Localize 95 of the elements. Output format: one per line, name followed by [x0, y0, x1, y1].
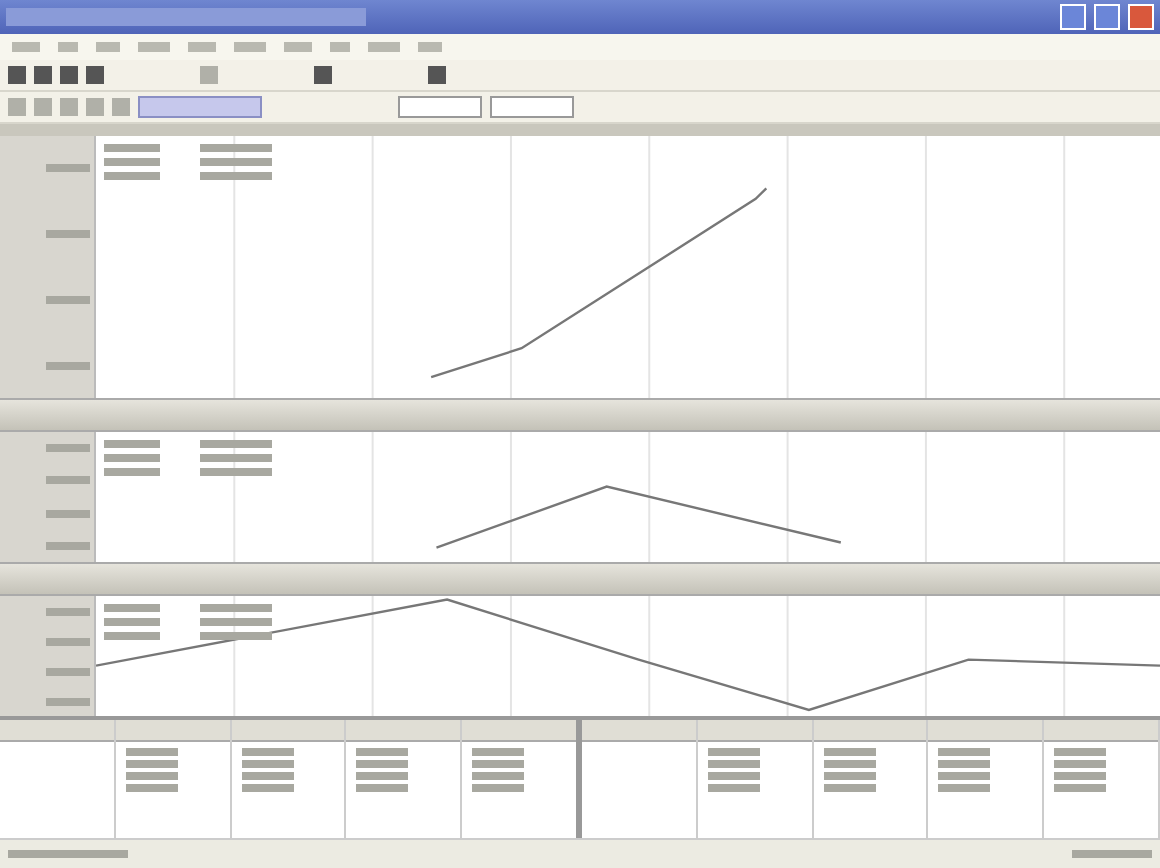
illegible-text: [200, 454, 272, 462]
illegible-text: [46, 476, 90, 485]
menu-item[interactable]: [96, 42, 120, 52]
illegible-text: [104, 454, 160, 462]
column-header[interactable]: [0, 720, 114, 742]
illegible-text: [200, 468, 272, 476]
illegible-text: [472, 760, 525, 768]
illegible-text: [104, 604, 160, 612]
illegible-text: [472, 784, 525, 792]
maximize-button[interactable]: [1094, 4, 1120, 30]
illegible-text: [46, 637, 90, 645]
illegible-text: [200, 632, 272, 640]
toolbar-icon[interactable]: [314, 66, 332, 84]
illegible-text: [1072, 850, 1152, 858]
menu-item[interactable]: [330, 42, 350, 52]
illegible-text: [104, 172, 160, 180]
column-header[interactable]: [346, 720, 461, 742]
illegible-text: [707, 772, 760, 780]
illegible-text: [104, 440, 160, 448]
illegible-text: [104, 632, 160, 640]
illegible-text: [241, 784, 294, 792]
illegible-text: [46, 164, 90, 173]
illegible-text: [8, 850, 128, 858]
menu-item[interactable]: [234, 42, 266, 52]
toolbar-icon[interactable]: [428, 66, 446, 84]
menu-item[interactable]: [12, 42, 40, 52]
illegible-text: [200, 158, 272, 166]
illegible-text: [241, 748, 294, 756]
illegible-text: [707, 760, 760, 768]
illegible-text: [125, 760, 178, 768]
illegible-text: [46, 697, 90, 705]
column-header[interactable]: [115, 720, 230, 742]
illegible-text: [104, 618, 160, 626]
illegible-text: [356, 784, 409, 792]
illegible-text: [938, 772, 991, 780]
menu-item[interactable]: [284, 42, 312, 52]
illegible-text: [241, 772, 294, 780]
illegible-text: [472, 748, 525, 756]
illegible-text: [938, 784, 991, 792]
illegible-text: [1054, 748, 1107, 756]
illegible-text: [823, 760, 876, 768]
menu-item[interactable]: [418, 42, 442, 52]
menu-item[interactable]: [188, 42, 216, 52]
illegible-text: [707, 784, 760, 792]
illegible-text: [46, 230, 90, 239]
close-button[interactable]: [1128, 4, 1154, 30]
illegible-text: [104, 144, 160, 152]
illegible-text: [46, 667, 90, 675]
illegible-text: [356, 748, 409, 756]
illegible-text: [241, 760, 294, 768]
illegible-text: [46, 295, 90, 304]
menu-item[interactable]: [58, 42, 78, 52]
column-header[interactable]: [1044, 720, 1158, 742]
illegible-text: [823, 784, 876, 792]
illegible-text: [1054, 760, 1107, 768]
input-field[interactable]: [490, 96, 574, 118]
column-header[interactable]: [697, 720, 812, 742]
illegible-text: [104, 468, 160, 476]
illegible-text: [938, 748, 991, 756]
menu-item[interactable]: [138, 42, 170, 52]
illegible-text: [200, 144, 272, 152]
splitter-bar[interactable]: [0, 562, 1160, 596]
input-field[interactable]: [398, 96, 482, 118]
column-header[interactable]: [928, 720, 1043, 742]
column-header[interactable]: [813, 720, 927, 742]
illegible-text: [938, 760, 991, 768]
illegible-text: [200, 618, 272, 626]
illegible-text: [125, 772, 178, 780]
illegible-text: [46, 607, 90, 615]
illegible-text: [1054, 772, 1107, 780]
illegible-text: [200, 172, 272, 180]
illegible-text: [46, 361, 90, 370]
illegible-text: [125, 748, 178, 756]
column-header[interactable]: [462, 720, 576, 742]
illegible-text: [707, 748, 760, 756]
illegible-text: [823, 748, 876, 756]
illegible-text: [46, 444, 90, 453]
illegible-text: [46, 541, 90, 550]
column-header[interactable]: [581, 720, 696, 742]
illegible-text: [356, 760, 409, 768]
splitter-bar[interactable]: [0, 398, 1160, 432]
illegible-text: [125, 784, 178, 792]
illegible-text: [46, 509, 90, 518]
illegible-text: [823, 772, 876, 780]
illegible-text: [104, 158, 160, 166]
column-header[interactable]: [231, 720, 345, 742]
illegible-text: [200, 604, 272, 612]
toolbar-icon[interactable]: [200, 66, 218, 84]
menu-item[interactable]: [368, 42, 400, 52]
illegible-text: [1054, 784, 1107, 792]
illegible-text: [472, 772, 525, 780]
illegible-text: [356, 772, 409, 780]
minimize-button[interactable]: [1060, 4, 1086, 30]
illegible-text: [200, 440, 272, 448]
input-field[interactable]: [138, 96, 262, 118]
